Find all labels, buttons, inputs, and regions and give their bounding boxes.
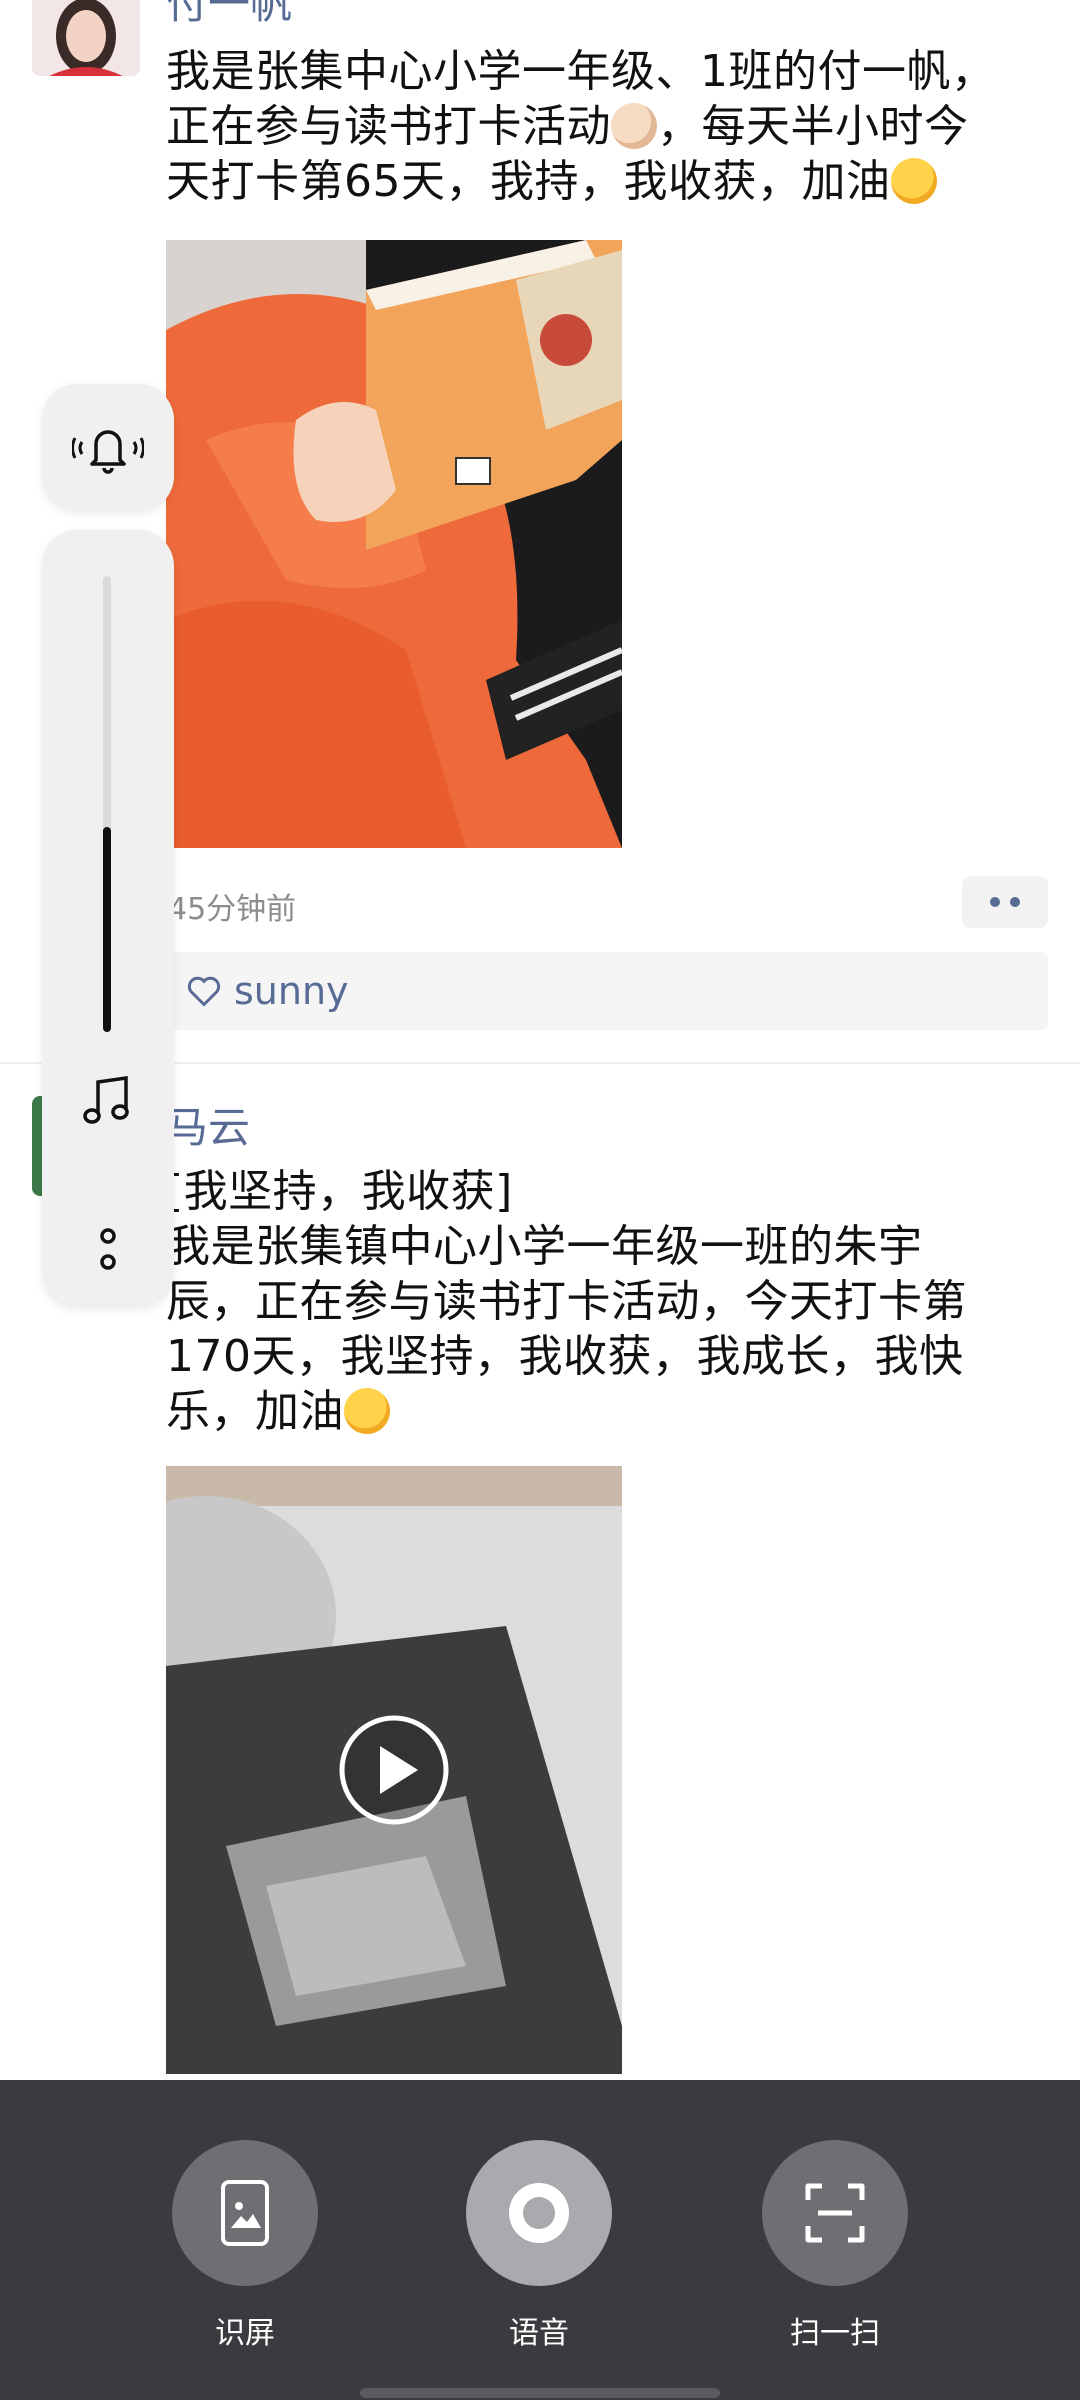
voice-button[interactable]: 语音 [466, 2140, 612, 2352]
heart-icon [187, 976, 221, 1007]
post-text-line: 辰，正在参与读书打卡活动，今天打卡第 [166, 1276, 967, 1327]
post-text-line: 我是张集镇中心小学一年级一班的朱宇 [166, 1221, 923, 1272]
author-name[interactable]: 付一帆 [166, 0, 292, 30]
dot-icon [1010, 897, 1020, 907]
author-avatar[interactable] [32, 0, 140, 76]
post-video[interactable] [166, 1466, 622, 2074]
more-vertical-icon [100, 1228, 116, 1270]
scan-label: 扫一扫 [790, 2316, 880, 2351]
more-actions-button[interactable] [962, 876, 1048, 928]
likes-bar: sunny [166, 952, 1048, 1030]
post-text-line: 170天，我坚持，我收获，我成长，我快 [166, 1331, 964, 1382]
post-text-line: ，每天半小时今 [657, 101, 969, 152]
author-name[interactable]: 马云 [166, 1102, 250, 1154]
dot-icon [990, 897, 1000, 907]
post-text-line: [我坚持，我收获] [166, 1166, 513, 1217]
liker-name[interactable]: sunny [234, 969, 349, 1013]
notification-toggle[interactable] [42, 384, 174, 512]
voice-icon [509, 2183, 569, 2243]
voice-label: 语音 [509, 2316, 569, 2351]
post-text: 我是张集中心小学一年级、1班的付一帆， 正在参与读书打卡活动 ，每天半小时今 天打… [166, 44, 1026, 209]
scan-icon [805, 2183, 865, 2243]
music-note-icon [83, 1075, 129, 1124]
post-photo[interactable] [166, 240, 622, 848]
post-text-line: 天打卡第65天，我持，我收获，加油 [166, 156, 891, 207]
more-options-button[interactable] [42, 1226, 174, 1272]
clapping-hands-icon [611, 103, 657, 149]
post-text: [我坚持，我收获] 我是张集镇中心小学一年级一班的朱宇 辰，正在参与读书打卡活动… [166, 1164, 1026, 1439]
volume-level [103, 827, 111, 1032]
post-text-line: 我是张集中心小学一年级、1班的付一帆， [166, 46, 996, 97]
post-text-line: 乐，加油 [166, 1386, 344, 1437]
scan-button[interactable]: 扫一扫 [762, 2140, 908, 2352]
home-indicator[interactable] [360, 2388, 720, 2398]
screen-recognize-label: 识屏 [215, 2316, 275, 2351]
bottom-tool-panel: 识屏 语音 扫一扫 [0, 2080, 1080, 2400]
screen-recognize-icon [221, 2180, 269, 2246]
post-time: 45分钟前 [168, 892, 297, 927]
raised-fist-icon [344, 1388, 390, 1434]
music-note-button[interactable] [42, 1072, 174, 1128]
raised-fist-icon [890, 158, 937, 204]
bell-icon [72, 430, 144, 474]
post-text-line: 正在参与读书打卡活动 [166, 101, 611, 152]
screen-recognize-button[interactable]: 识屏 [172, 2140, 318, 2352]
